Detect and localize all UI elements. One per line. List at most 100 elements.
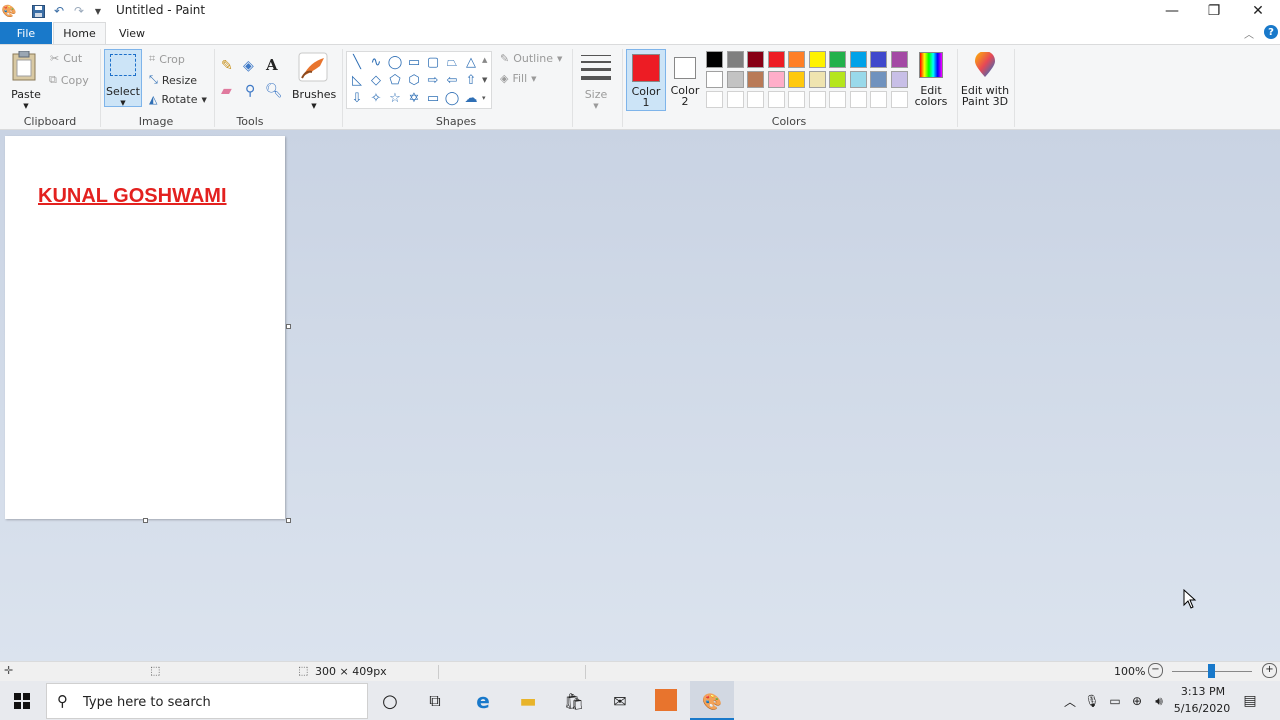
palette-swatch[interactable] [829, 91, 846, 108]
pentagon-shape-icon[interactable]: ⬠ [387, 72, 403, 88]
redo-icon[interactable]: ↷ [71, 3, 87, 19]
cloud-callout-shape-icon[interactable]: ☁ [463, 90, 479, 106]
palette-swatch[interactable] [849, 51, 867, 68]
palette-swatch[interactable] [870, 91, 887, 108]
help-icon[interactable]: ? [1264, 25, 1278, 39]
up-arrow-shape-icon[interactable]: ⇧ [463, 72, 479, 88]
palette-swatch[interactable] [747, 51, 764, 68]
right-triangle-shape-icon[interactable]: ◺ [349, 72, 365, 88]
paint-app-icon[interactable]: 🎨 [1, 3, 17, 19]
text-tool-icon[interactable]: A [266, 56, 278, 74]
rounded-rectangle-shape-icon[interactable]: ▢ [425, 54, 441, 70]
tab-view[interactable]: View [108, 22, 156, 44]
palette-swatch[interactable] [726, 91, 744, 108]
brushes-button[interactable]: Brushes ▼ [292, 49, 336, 110]
fill-button[interactable]: ◈ Fill ▼ [500, 72, 537, 85]
shapes-scroll-up-icon[interactable]: ▲ [482, 56, 487, 64]
palette-swatch[interactable] [706, 91, 723, 108]
palette-swatch[interactable] [808, 91, 826, 108]
fill-bucket-icon[interactable]: ◈ [243, 58, 254, 74]
shapes-more-icon[interactable]: ▾ [482, 94, 486, 102]
size-button[interactable]: Size ▼ [576, 49, 616, 110]
tab-file[interactable]: File [0, 22, 52, 44]
palette-swatch[interactable] [849, 71, 867, 88]
resize-button[interactable]: ⤡ Resize [149, 73, 197, 87]
zoom-slider-thumb[interactable] [1208, 664, 1215, 678]
palette-swatch[interactable] [870, 51, 887, 68]
close-button[interactable]: ✕ [1236, 0, 1280, 22]
microphone-icon[interactable]: 🎙︎ [1084, 693, 1100, 709]
minimize-button[interactable]: — [1150, 0, 1194, 22]
palette-swatch[interactable] [747, 91, 764, 108]
color1-button[interactable]: Color 1 [626, 49, 666, 111]
clock-date[interactable]: 5/16/2020 [1172, 702, 1232, 715]
collapse-ribbon-icon[interactable]: ︿ [1244, 26, 1254, 41]
task-view-icon[interactable]: ⧉ [423, 689, 447, 713]
copy-button[interactable]: ⧉ Copy [49, 73, 89, 87]
rectangle-shape-icon[interactable]: ▭ [406, 54, 422, 70]
windows-start-icon[interactable] [14, 693, 30, 709]
select-button[interactable]: Select ▼ [104, 49, 142, 107]
palette-swatch[interactable] [706, 71, 723, 88]
palette-swatch[interactable] [788, 91, 805, 108]
rotate-button[interactable]: ◭ Rotate ▼ [149, 93, 207, 106]
resize-handle-corner[interactable] [286, 518, 291, 523]
battery-icon[interactable]: ▭ [1107, 693, 1123, 709]
palette-swatch[interactable] [829, 71, 846, 88]
palette-swatch[interactable] [849, 91, 867, 108]
hexagon-shape-icon[interactable]: ⬡ [406, 72, 422, 88]
palette-swatch[interactable] [726, 51, 744, 68]
shapes-scroll-down-icon[interactable]: ▼ [482, 76, 487, 84]
file-explorer-icon[interactable]: ▬ [516, 689, 540, 713]
polygon-shape-icon[interactable]: ⏢ [444, 54, 460, 70]
five-point-star-shape-icon[interactable]: ☆ [387, 90, 403, 106]
right-arrow-shape-icon[interactable]: ⇨ [425, 72, 441, 88]
palette-swatch[interactable] [788, 51, 805, 68]
rounded-callout-shape-icon[interactable]: ▭ [425, 90, 441, 106]
palette-swatch[interactable] [767, 71, 785, 88]
customize-quick-access-icon[interactable]: ▼ [90, 3, 106, 19]
resize-handle-right[interactable] [286, 324, 291, 329]
palette-swatch[interactable] [890, 91, 908, 108]
edge-browser-icon[interactable]: e [471, 689, 495, 713]
edit-with-paint3d-button[interactable]: Edit with Paint 3D [960, 49, 1010, 111]
palette-swatch[interactable] [706, 51, 723, 68]
taskbar-app-recorder[interactable] [644, 681, 688, 720]
curve-shape-icon[interactable]: ∿ [368, 54, 384, 70]
palette-swatch[interactable] [808, 51, 826, 68]
clock-time[interactable]: 3:13 PM [1176, 685, 1230, 698]
down-arrow-shape-icon[interactable]: ⇩ [349, 90, 365, 106]
six-point-star-shape-icon[interactable]: ✡ [406, 90, 422, 106]
resize-handle-bottom[interactable] [143, 518, 148, 523]
palette-swatch[interactable] [767, 91, 785, 108]
triangle-shape-icon[interactable]: △ [463, 54, 479, 70]
action-center-icon[interactable]: ▤ [1242, 693, 1258, 709]
zoom-out-icon[interactable]: − [1148, 663, 1163, 678]
color-picker-icon[interactable]: ⚲ [245, 83, 255, 99]
canvas-workspace[interactable]: KUNAL GOSHWAMI [0, 130, 1280, 661]
volume-icon[interactable]: 🔊︎ [1151, 693, 1167, 709]
crop-button[interactable]: ⌗ Crop [149, 52, 185, 66]
cortana-icon[interactable]: ○ [378, 689, 402, 713]
palette-swatch[interactable] [890, 71, 908, 88]
four-point-star-shape-icon[interactable]: ✧ [368, 90, 384, 106]
palette-swatch[interactable] [767, 51, 785, 68]
store-icon[interactable]: 🛍 [562, 689, 586, 713]
palette-swatch[interactable] [870, 71, 887, 88]
left-arrow-shape-icon[interactable]: ⇦ [444, 72, 460, 88]
restore-button[interactable]: ❐ [1192, 0, 1236, 22]
zoom-in-icon[interactable]: + [1262, 663, 1277, 678]
save-icon[interactable] [30, 3, 46, 19]
drawing-canvas[interactable]: KUNAL GOSHWAMI [5, 136, 285, 519]
palette-swatch[interactable] [829, 51, 846, 68]
show-hidden-icons-icon[interactable]: ︿ [1062, 693, 1078, 709]
oval-callout-shape-icon[interactable]: ◯ [444, 90, 460, 106]
line-shape-icon[interactable]: ╲ [349, 54, 365, 70]
paste-button[interactable]: Paste ▼ [8, 49, 44, 110]
pencil-icon[interactable]: ✎ [221, 58, 233, 74]
palette-swatch[interactable] [808, 71, 826, 88]
palette-swatch[interactable] [788, 71, 805, 88]
undo-icon[interactable]: ↶ [51, 3, 67, 19]
eraser-icon[interactable]: ▰ [221, 83, 232, 99]
mail-icon[interactable]: ✉ [608, 689, 632, 713]
